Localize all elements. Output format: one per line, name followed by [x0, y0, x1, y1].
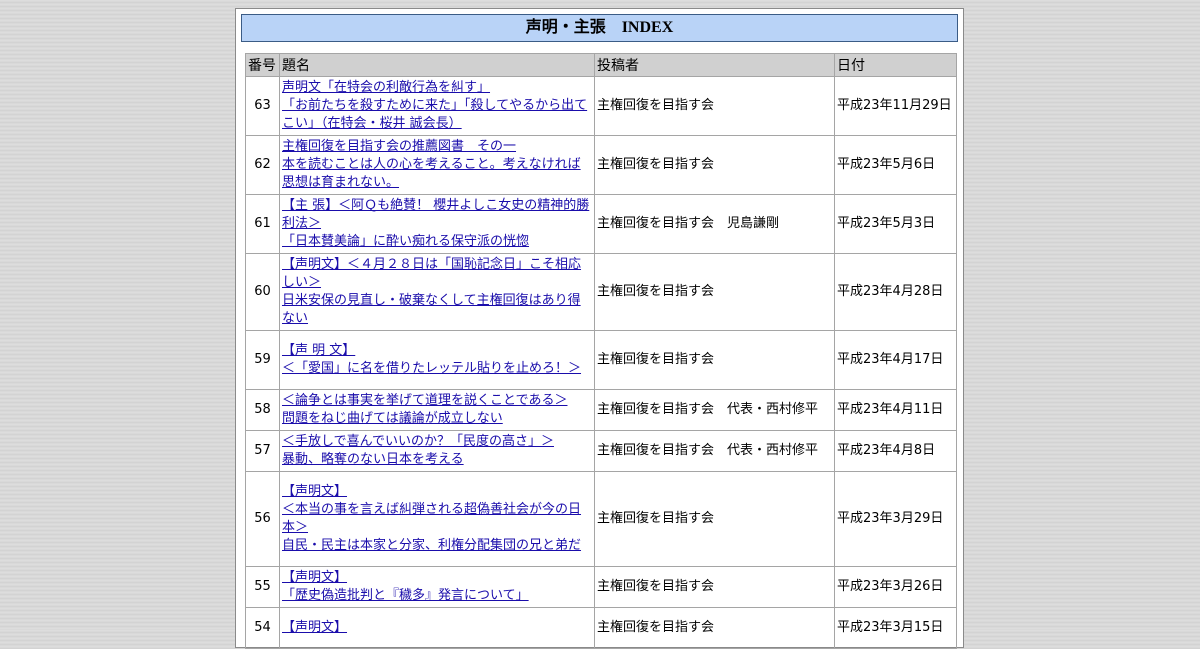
title-link[interactable]: 本を読むことは人の心を考えること。考えなければ思想は育まれない。: [282, 156, 592, 192]
title-link[interactable]: 【声明文】: [282, 483, 592, 501]
table-row: 55 【声明文】 「歴史偽造批判と『穢多』発言について」 主権回復を目指す会 平成23年…: [245, 566, 957, 608]
row-author: 主権回復を目指す会 代表・西村修平: [594, 389, 835, 431]
row-title: 【声明文】: [279, 607, 595, 649]
title-link[interactable]: 主権回復を目指す会の推薦図書 その一: [282, 138, 592, 156]
row-number: 60: [245, 253, 280, 331]
column-header-title: 題名: [279, 53, 595, 77]
column-header-author: 投稿者: [594, 53, 835, 77]
title-link[interactable]: 【声 明 文】: [282, 342, 592, 360]
title-link[interactable]: ＜手放しで喜んでいいのか？「民度の高さ」＞: [282, 433, 592, 451]
row-title: 主権回復を目指す会の推薦図書 その一 本を読むことは人の心を考えること。考えなけれ…: [279, 135, 595, 195]
title-link[interactable]: ＜論争とは事実を挙げて道理を説くことである＞: [282, 392, 592, 410]
row-author: 主権回復を目指す会: [594, 76, 835, 136]
row-author: 主権回復を目指す会: [594, 566, 835, 608]
row-number: 61: [245, 194, 280, 254]
title-link[interactable]: 【声明文】: [282, 569, 592, 587]
row-title: 【声 明 文】 ＜「愛国」に名を借りたレッテル貼りを止めろ！＞: [279, 330, 595, 390]
row-date: 平成23年5月3日: [834, 194, 957, 254]
row-author: 主権回復を目指す会: [594, 135, 835, 195]
title-link[interactable]: 【主 張】＜阿Ｑも絶賛！ 櫻井よしこ女史の精神的勝利法＞: [282, 197, 592, 233]
row-number: 57: [245, 430, 280, 472]
row-title: 【主 張】＜阿Ｑも絶賛！ 櫻井よしこ女史の精神的勝利法＞ 「日本賛美論」に酔い痴れ…: [279, 194, 595, 254]
title-link[interactable]: 暴動、略奪のない日本を考える: [282, 451, 592, 469]
table-row: 56 【声明文】 ＜本当の事を言えば糾弾される超偽善社会が今の日本＞ 自民・民主は本家…: [245, 471, 957, 567]
column-header-number: 番号: [245, 53, 280, 77]
title-link[interactable]: 声明文「在特会の利敵行為を糾す」: [282, 79, 592, 97]
table-body: 63 声明文「在特会の利敵行為を糾す」 「お前たちを殺すために来た」「殺してやるから…: [245, 76, 957, 649]
row-date: 平成23年3月29日: [834, 471, 957, 567]
table-row: 57 ＜手放しで喜んでいいのか？「民度の高さ」＞ 暴動、略奪のない日本を考える 主権回…: [245, 430, 957, 472]
row-date: 平成23年4月11日: [834, 389, 957, 431]
title-link[interactable]: 「日本賛美論」に酔い痴れる保守派の恍惚: [282, 233, 592, 251]
index-table: 番号 題名 投稿者 日付 63 声明文「在特会の利敵行為を糾す」 「お前たちを殺すた…: [245, 53, 957, 649]
row-date: 平成23年4月8日: [834, 430, 957, 472]
row-author: 主権回復を目指す会: [594, 471, 835, 567]
row-author: 主権回復を目指す会 児島謙剛: [594, 194, 835, 254]
row-number: 62: [245, 135, 280, 195]
row-number: 54: [245, 607, 280, 649]
row-number: 58: [245, 389, 280, 431]
table-row: 63 声明文「在特会の利敵行為を糾す」 「お前たちを殺すために来た」「殺してやるから…: [245, 76, 957, 136]
table-header-row: 番号 題名 投稿者 日付: [245, 53, 957, 77]
row-title: ＜手放しで喜んでいいのか？「民度の高さ」＞ 暴動、略奪のない日本を考える: [279, 430, 595, 472]
title-link[interactable]: ＜本当の事を言えば糾弾される超偽善社会が今の日本＞: [282, 501, 592, 537]
title-link[interactable]: 日米安保の見直し・破棄なくして主権回復はあり得ない: [282, 292, 592, 328]
row-date: 平成23年3月15日: [834, 607, 957, 649]
row-number: 59: [245, 330, 280, 390]
title-link[interactable]: 【声明文】＜４月２８日は「国恥記念日」こそ相応しい＞: [282, 256, 592, 292]
table-row: 54 【声明文】 主権回復を目指す会 平成23年3月15日: [245, 607, 957, 649]
row-number: 63: [245, 76, 280, 136]
row-date: 平成23年11月29日: [834, 76, 957, 136]
row-title: 【声明文】 「歴史偽造批判と『穢多』発言について」: [279, 566, 595, 608]
table-row: 60 【声明文】＜４月２８日は「国恥記念日」こそ相応しい＞ 日米安保の見直し・破棄な…: [245, 253, 957, 331]
row-author: 主権回復を目指す会 代表・西村修平: [594, 430, 835, 472]
row-author: 主権回復を目指す会: [594, 330, 835, 390]
row-date: 平成23年5月6日: [834, 135, 957, 195]
title-link[interactable]: ＜「愛国」に名を借りたレッテル貼りを止めろ！＞: [282, 360, 592, 378]
title-link[interactable]: 自民・民主は本家と分家、利権分配集団の兄と弟だ: [282, 537, 592, 555]
title-link[interactable]: 問題をねじ曲げては議論が成立しない: [282, 410, 592, 428]
index-panel: 声明・主張 INDEX 番号 題名 投稿者 日付 63 声明文「在特会の利敵行為を…: [235, 8, 964, 649]
row-date: 平成23年3月26日: [834, 566, 957, 608]
row-date: 平成23年4月17日: [834, 330, 957, 390]
table-row: 58 ＜論争とは事実を挙げて道理を説くことである＞ 問題をねじ曲げては議論が成立しな…: [245, 389, 957, 431]
row-title: 【声明文】＜４月２８日は「国恥記念日」こそ相応しい＞ 日米安保の見直し・破棄なくし…: [279, 253, 595, 331]
title-link[interactable]: 【声明文】: [282, 619, 592, 637]
table-row: 62 主権回復を目指す会の推薦図書 その一 本を読むことは人の心を考えること。考えな…: [245, 135, 957, 195]
column-header-date: 日付: [834, 53, 957, 77]
row-author: 主権回復を目指す会: [594, 607, 835, 649]
page-title: 声明・主張 INDEX: [241, 14, 958, 42]
row-number: 56: [245, 471, 280, 567]
row-author: 主権回復を目指す会: [594, 253, 835, 331]
row-title: 声明文「在特会の利敵行為を糾す」 「お前たちを殺すために来た」「殺してやるから出て…: [279, 76, 595, 136]
table-row: 59 【声 明 文】 ＜「愛国」に名を借りたレッテル貼りを止めろ！＞ 主権回復を目指す…: [245, 330, 957, 390]
row-title: 【声明文】 ＜本当の事を言えば糾弾される超偽善社会が今の日本＞ 自民・民主は本家と分…: [279, 471, 595, 567]
row-number: 55: [245, 566, 280, 608]
table-row: 61 【主 張】＜阿Ｑも絶賛！ 櫻井よしこ女史の精神的勝利法＞ 「日本賛美論」に酔い…: [245, 194, 957, 254]
title-link[interactable]: 「お前たちを殺すために来た」「殺してやるから出てこい」（在特会・桜井 誠会長）: [282, 97, 592, 133]
row-title: ＜論争とは事実を挙げて道理を説くことである＞ 問題をねじ曲げては議論が成立しない: [279, 389, 595, 431]
row-date: 平成23年4月28日: [834, 253, 957, 331]
title-link[interactable]: 「歴史偽造批判と『穢多』発言について」: [282, 587, 592, 605]
